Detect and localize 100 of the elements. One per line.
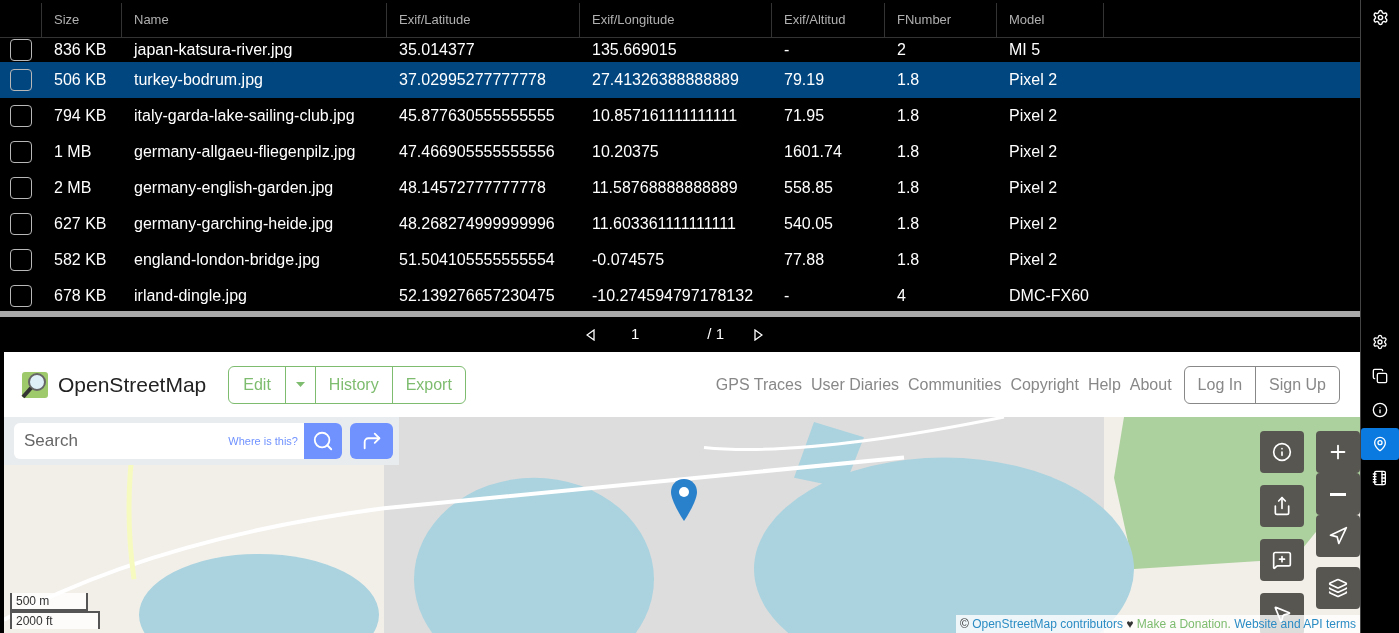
- column-header[interactable]: FNumber: [897, 10, 952, 30]
- search-icon: [312, 430, 334, 452]
- table-cell: 1.8: [897, 107, 920, 124]
- book-icon: [1372, 470, 1388, 486]
- checkbox[interactable]: [10, 249, 32, 271]
- zoom-in-button[interactable]: [1316, 431, 1360, 473]
- nav-link[interactable]: GPS Traces: [715, 372, 802, 397]
- table-cell: 37.02995277777778: [399, 71, 546, 88]
- checkbox[interactable]: [10, 69, 32, 91]
- table-cell: MI 5: [1009, 41, 1041, 58]
- column-header[interactable]: Name: [134, 10, 169, 30]
- table-cell: 79.19: [784, 71, 825, 88]
- checkbox[interactable]: [10, 213, 32, 235]
- add-note-button[interactable]: [1260, 539, 1304, 581]
- table-cell: 2 MB: [54, 179, 92, 196]
- column-header[interactable]: Exif/Latitude: [399, 10, 471, 30]
- attribution-link[interactable]: OpenStreetMap contributors: [972, 617, 1123, 631]
- table-cell: 678 KB: [54, 287, 107, 304]
- comment-plus-icon: [1272, 550, 1292, 570]
- column-header[interactable]: Model: [1009, 10, 1045, 30]
- share-icon: [1272, 496, 1292, 516]
- info-icon: [1272, 442, 1292, 462]
- table-cell: -: [784, 287, 790, 304]
- brand-name[interactable]: OpenStreetMap: [58, 368, 207, 401]
- nav-link[interactable]: User Diaries: [811, 372, 900, 397]
- table-row[interactable]: 506 KB turkey-bodrum.jpg 37.02995277777778 27.41326388888889 79.19 1.8 Pixel 2: [0, 62, 1360, 98]
- directions-button[interactable]: [350, 423, 393, 459]
- table-cell: 1.8: [897, 143, 920, 160]
- table-cell: 582 KB: [54, 251, 107, 268]
- checkbox[interactable]: [10, 141, 32, 163]
- table-cell: 52.139276657230475: [399, 287, 555, 304]
- table-cell: 35.014377: [399, 41, 475, 58]
- settings-icon[interactable]: [1371, 9, 1389, 26]
- table-cell: 45.877630555555555: [399, 107, 555, 124]
- table-cell: Pixel 2: [1009, 179, 1058, 196]
- column-header[interactable]: Size: [54, 10, 80, 30]
- nav-link[interactable]: Help: [1087, 372, 1121, 397]
- table-cell: turkey-bodrum.jpg: [134, 71, 263, 88]
- table-cell: 11.603361111111111: [592, 215, 736, 232]
- table-cell: 10.20375: [592, 143, 659, 160]
- table-cell: 135.669015: [592, 41, 677, 58]
- scale-bar: 2000 ft: [10, 611, 100, 629]
- table-cell: germany-allgaeu-fliegenpilz.jpg: [134, 143, 356, 160]
- table-cell: 77.88: [784, 251, 825, 268]
- table-cell: 1601.74: [784, 143, 842, 160]
- nav-link[interactable]: Communities: [908, 372, 1002, 397]
- table-cell: 2: [897, 41, 906, 58]
- navigation-arrow-icon: [1328, 526, 1348, 546]
- map-pin-icon: [670, 478, 698, 522]
- auth-button[interactable]: Sign Up: [1256, 366, 1339, 403]
- attribution-link[interactable]: Website and API terms: [1234, 617, 1356, 631]
- checkbox[interactable]: [10, 105, 32, 127]
- table-cell: 836 KB: [54, 41, 107, 58]
- table-cell: DMC-FX60: [1009, 287, 1089, 304]
- column-header[interactable]: Exif/Altitud: [784, 10, 846, 30]
- table-cell: 27.41326388888889: [592, 71, 739, 88]
- next-page-icon[interactable]: [754, 328, 764, 341]
- table-cell: irland-dingle.jpg: [134, 287, 247, 304]
- checkbox[interactable]: [10, 39, 32, 61]
- auth-button[interactable]: Log In: [1184, 366, 1257, 403]
- table-cell: -: [784, 41, 790, 58]
- table-cell: 627 KB: [54, 215, 107, 232]
- table-cell: 1.8: [897, 215, 920, 232]
- table-cell: 48.268274999999996: [399, 215, 555, 232]
- table-cell: 4: [897, 287, 906, 304]
- checkbox[interactable]: [10, 285, 32, 307]
- table-cell: 51.504105555555554: [399, 251, 555, 268]
- table-cell: 558.85: [784, 179, 833, 196]
- share-button[interactable]: [1260, 485, 1304, 527]
- nav-link[interactable]: About: [1129, 372, 1172, 397]
- previous-page-icon[interactable]: [586, 328, 595, 341]
- table-cell: 1.8: [897, 251, 920, 268]
- page-field[interactable]: 1: [631, 323, 640, 346]
- settings-icon: [1372, 334, 1388, 350]
- info-button[interactable]: [1260, 431, 1304, 473]
- page-total: / 1: [707, 324, 725, 345]
- table-cell: Pixel 2: [1009, 215, 1058, 232]
- search-button[interactable]: [304, 423, 342, 459]
- layers-button[interactable]: [1316, 567, 1360, 609]
- table-cell: -10.274594797178132: [592, 287, 754, 304]
- locate-button[interactable]: [1316, 515, 1360, 557]
- table-cell: 794 KB: [54, 107, 107, 124]
- checkbox[interactable]: [10, 177, 32, 199]
- table-cell: 48.14572777777778: [399, 179, 546, 196]
- table-cell: 1.8: [897, 179, 920, 196]
- table-cell: 11.58768888888889: [592, 179, 738, 196]
- scale-bar: 500 m: [10, 593, 88, 611]
- table-cell: 10.857161111111111: [592, 107, 738, 124]
- nav-link[interactable]: Copyright: [1010, 372, 1079, 397]
- caret-icon: [295, 382, 305, 387]
- pin-icon: [1372, 436, 1388, 452]
- column-header[interactable]: Exif/Longitude: [592, 10, 675, 30]
- minus-icon: [1330, 492, 1346, 496]
- table-cell: japan-katsura-river.jpg: [134, 41, 293, 58]
- table-cell: germany-english-garden.jpg: [134, 179, 334, 196]
- table-cell: Pixel 2: [1009, 251, 1058, 268]
- copy-icon: [1372, 368, 1388, 384]
- table-cell: 47.466905555555556: [399, 143, 555, 160]
- table-cell: Pixel 2: [1009, 107, 1058, 124]
- table-cell: -0.074575: [592, 251, 665, 268]
